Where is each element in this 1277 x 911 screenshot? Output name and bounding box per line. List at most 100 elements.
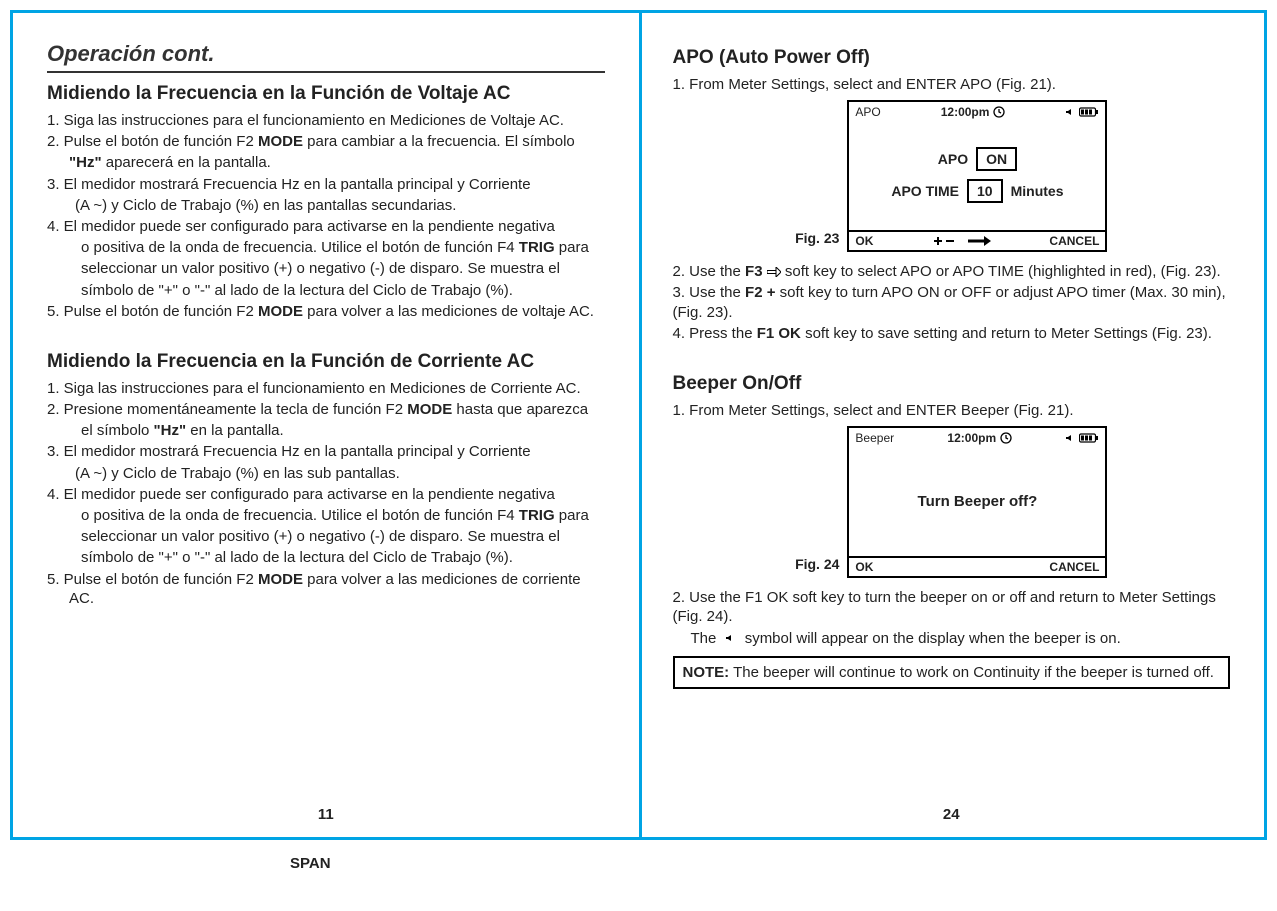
- step-cont: el símbolo "Hz" en la pantalla.: [47, 421, 605, 440]
- clock-icon: [993, 106, 1005, 118]
- page-number-right: 24: [639, 806, 1265, 823]
- note-text: The beeper will continue to work on Cont…: [729, 664, 1214, 681]
- battery-icon: [1079, 107, 1099, 117]
- kw-hz: "Hz": [154, 422, 187, 439]
- softkey-cancel: CANCEL: [1049, 560, 1099, 574]
- kw-mode: MODE: [407, 401, 452, 418]
- text: o positiva de la onda de frecuencia. Uti…: [81, 507, 519, 524]
- step-cont: (A ~) y Ciclo de Trabajo (%) en las sub …: [47, 464, 605, 483]
- text: aparecerá en la pantalla.: [102, 154, 271, 171]
- lcd-row-apo-time: APO TIME 10 Minutes: [891, 179, 1063, 203]
- step-text: 1. From Meter Settings, select and ENTER…: [673, 75, 1231, 94]
- text: The: [691, 630, 721, 647]
- kw-hz: "Hz": [69, 154, 102, 171]
- step-text: 2. Pulse el botón de función F2 MODE par…: [47, 132, 605, 151]
- text: 3. El medidor mostrará Frecuencia Hz en …: [47, 176, 531, 193]
- text: symbol will appear on the display when t…: [745, 630, 1121, 647]
- figure-caption: Fig. 24: [795, 556, 839, 572]
- text: 4. El medidor puede ser configurado para…: [47, 486, 555, 503]
- text: o positiva de la onda de frecuencia. Uti…: [81, 239, 519, 256]
- time-value: 12:00pm: [947, 431, 996, 445]
- lcd-row-apo: APO ON: [938, 147, 1017, 171]
- lcd-prompt: Turn Beeper off?: [918, 493, 1038, 510]
- plus-minus-icon: [931, 236, 955, 246]
- lcd-screen-apo: APO 12:00pm APO ON: [847, 100, 1107, 252]
- lcd-label: APO TIME: [891, 183, 959, 199]
- step-text: 2. Use the F3 soft key to select APO or …: [673, 262, 1231, 281]
- step-cont: seleccionar un valor positivo (+) o nega…: [47, 259, 605, 278]
- step-cont: "Hz" aparecerá en la pantalla.: [47, 153, 605, 172]
- battery-icon: [1079, 433, 1099, 443]
- text: (A ~) y Ciclo de Trabajo (%) en las sub …: [75, 465, 400, 482]
- lcd-body: Turn Beeper off?: [849, 446, 1105, 556]
- step-text: 1. From Meter Settings, select and ENTER…: [673, 401, 1231, 420]
- lcd-time: 12:00pm: [947, 431, 1012, 445]
- text: símbolo de "+" o "-" al lado de la lectu…: [81, 549, 513, 566]
- lcd-unit: Minutes: [1011, 183, 1064, 199]
- text: 5. Pulse el botón de función F2: [47, 303, 258, 320]
- kw-trig: TRIG: [519, 239, 555, 256]
- heading-ac-current-freq: Midiendo la Frecuencia en la Función de …: [47, 351, 605, 373]
- text: 4. Press the: [673, 325, 757, 342]
- text: (A ~) y Ciclo de Trabajo (%) en las pant…: [75, 197, 456, 214]
- text: para cambiar a la frecuencia. El símbolo: [303, 133, 575, 150]
- lcd-icons: [1065, 433, 1099, 443]
- text: 4. El medidor puede ser configurado para…: [47, 218, 555, 235]
- lcd-time: 12:00pm: [941, 105, 1006, 119]
- step-cont: o positiva de la onda de frecuencia. Uti…: [47, 238, 605, 257]
- step-cont: (A ~) y Ciclo de Trabajo (%) en las pant…: [47, 196, 605, 215]
- text: soft key to save setting and return to M…: [801, 325, 1212, 342]
- page-frame: Operación cont. Midiendo la Frecuencia e…: [10, 10, 1267, 840]
- softkey-ok: OK: [855, 234, 873, 248]
- text: para: [555, 239, 589, 256]
- figure-24: Fig. 24 Beeper 12:00pm Turn Beeper off?: [673, 426, 1231, 578]
- left-column: Operación cont. Midiendo la Frecuencia e…: [13, 13, 639, 837]
- step-text: 3. El medidor mostrará Frecuencia Hz en …: [47, 442, 605, 461]
- text: 2. Presione momentáneamente la tecla de …: [47, 401, 407, 418]
- text: hasta que aparezca: [452, 401, 588, 418]
- step-cont: símbolo de "+" o "-" al lado de la lectu…: [47, 281, 605, 300]
- softkey-nav: [931, 236, 991, 246]
- text: para volver a las mediciones de voltaje …: [303, 303, 594, 320]
- arrow-right-icon: [767, 267, 781, 277]
- step-cont: o positiva de la onda de frecuencia. Uti…: [47, 506, 605, 525]
- step-cont: The symbol will appear on the display wh…: [673, 629, 1231, 649]
- step-text: 4. El medidor puede ser configurado para…: [47, 485, 605, 504]
- lcd-title: Beeper: [855, 431, 894, 445]
- text: seleccionar un valor positivo (+) o nega…: [81, 528, 560, 545]
- step-text: 4. El medidor puede ser configurado para…: [47, 217, 605, 236]
- kw-f3: F3: [745, 263, 763, 280]
- figure-caption: Fig. 23: [795, 230, 839, 246]
- text: 2. Pulse el botón de función F2: [47, 133, 258, 150]
- lcd-label: APO: [938, 151, 968, 167]
- right-column: APO (Auto Power Off) 1. From Meter Setti…: [639, 13, 1265, 837]
- heading-ac-voltage-freq: Midiendo la Frecuencia en la Función de …: [47, 83, 605, 105]
- step-text: 1. Siga las instrucciones para el funcio…: [47, 111, 605, 130]
- footer-span-label: SPAN: [290, 855, 331, 872]
- kw-mode: MODE: [258, 571, 303, 588]
- step-text: 4. Press the F1 OK soft key to save sett…: [673, 324, 1231, 343]
- text: seleccionar un valor positivo (+) o nega…: [81, 260, 560, 277]
- kw-trig: TRIG: [519, 507, 555, 524]
- step-text: 5. Pulse el botón de función F2 MODE par…: [47, 570, 605, 608]
- speaker-icon: [1065, 107, 1075, 117]
- figure-23: Fig. 23 APO 12:00pm APO ON: [673, 100, 1231, 252]
- lcd-value-box: ON: [976, 147, 1017, 171]
- step-text: 3. El medidor mostrará Frecuencia Hz en …: [47, 175, 605, 194]
- step-cont: seleccionar un valor positivo (+) o nega…: [47, 527, 605, 546]
- step-text: 3. Use the F2 + soft key to turn APO ON …: [673, 283, 1231, 321]
- lcd-icons: [1065, 107, 1099, 117]
- text: 3. El medidor mostrará Frecuencia Hz en …: [47, 443, 531, 460]
- text: 2. Use the: [673, 263, 746, 280]
- lcd-title: APO: [855, 105, 880, 119]
- text: símbolo de "+" o "-" al lado de la lectu…: [81, 282, 513, 299]
- speaker-icon: [1065, 433, 1075, 443]
- lcd-statusbar: APO 12:00pm: [849, 102, 1105, 120]
- softkey-ok: OK: [855, 560, 873, 574]
- step-text: 5. Pulse el botón de función F2 MODE par…: [47, 302, 605, 321]
- text: el símbolo: [81, 422, 154, 439]
- text: soft key to select APO or APO TIME (high…: [785, 263, 1221, 280]
- lcd-screen-beeper: Beeper 12:00pm Turn Beeper off? OK: [847, 426, 1107, 578]
- page-number-left: 11: [13, 806, 639, 823]
- softkey-cancel: CANCEL: [1049, 234, 1099, 248]
